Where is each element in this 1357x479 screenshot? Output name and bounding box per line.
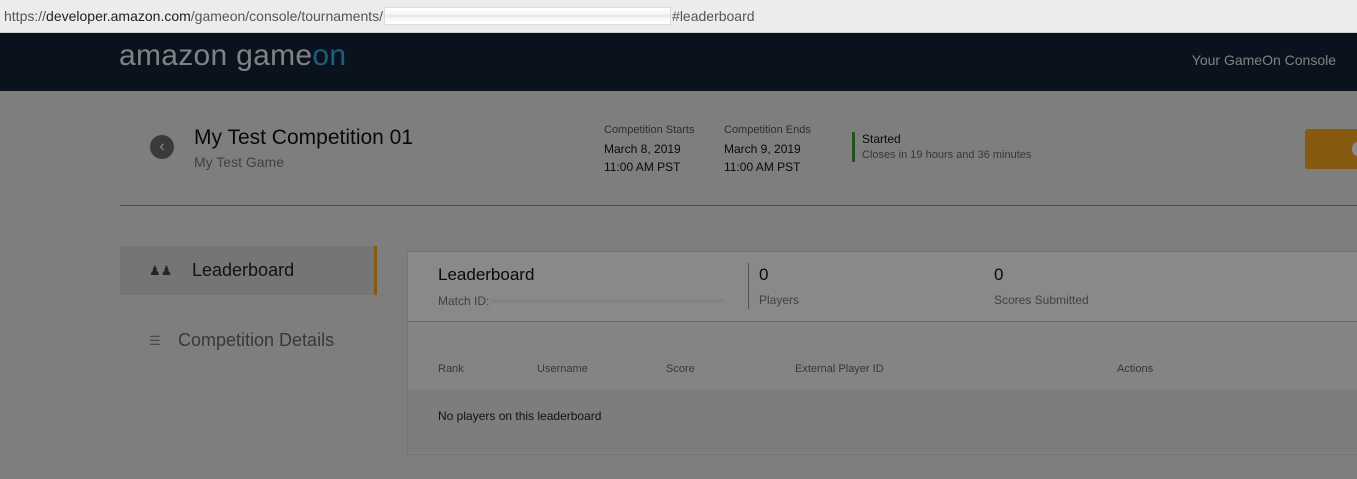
empty-message: No players on this leaderboard xyxy=(438,409,602,423)
scores-stat: 0 Scores Submitted xyxy=(994,265,1089,307)
sidebar-item-label: Leaderboard xyxy=(192,260,295,280)
back-button[interactable]: ‹ xyxy=(150,135,174,159)
url-path: /gameon/console/tournaments/ xyxy=(190,8,384,24)
url-hash: #leaderboard xyxy=(672,8,755,24)
starts-label: Competition Starts xyxy=(604,124,695,136)
your-console-link[interactable]: Your GameOn Console xyxy=(1192,52,1336,68)
column-external-player-id[interactable]: External Player ID xyxy=(795,363,884,375)
column-username[interactable]: Username xyxy=(537,363,588,375)
starts-date: March 8, 2019 xyxy=(604,142,681,156)
match-id: Match ID: xyxy=(438,292,725,310)
competition-game: My Test Game xyxy=(194,154,284,170)
chevron-left-icon: ‹ xyxy=(159,138,165,155)
sidebar-item-leaderboard[interactable]: ♟♟ Leaderboard xyxy=(120,246,377,295)
sidebar-item-competition-details[interactable]: ☰ Competition Details xyxy=(120,316,377,365)
scores-count: 0 xyxy=(994,265,1004,284)
column-score[interactable]: Score xyxy=(666,363,695,375)
url-domain: developer.amazon.com xyxy=(46,8,191,24)
match-id-label: Match ID: xyxy=(438,294,490,308)
leaderboard-panel: Leaderboard Match ID: 0 Players 0 Scores… xyxy=(407,251,1357,455)
page: amazon gameon Your GameOn Console ‹ My T… xyxy=(0,33,1357,479)
ends-date: March 9, 2019 xyxy=(724,142,801,156)
list-icon: ☰ xyxy=(149,332,161,348)
url-prefix: https:// xyxy=(4,8,47,24)
competition-starts: Competition Starts March 8, 2019 11:00 A… xyxy=(604,124,694,176)
closes-text: Closes in 19 hours and 36 minutes xyxy=(862,149,1032,161)
action-button[interactable] xyxy=(1305,129,1357,169)
competition-title: My Test Competition 01 xyxy=(194,126,414,149)
gameon-logo[interactable]: amazon gameon xyxy=(119,39,346,73)
status-text: Started xyxy=(862,132,901,146)
table-row: No players on this leaderboard xyxy=(408,389,1357,453)
status-indicator: Started Closes in 19 hours and 36 minute… xyxy=(852,132,1031,162)
button-icon xyxy=(1352,142,1357,156)
competition-header: ‹ My Test Competition 01 My Test Game Co… xyxy=(120,91,1357,206)
players-label: Players xyxy=(759,293,800,307)
leaderboard-summary: Leaderboard Match ID: 0 Players 0 Scores… xyxy=(408,252,1357,322)
competition-ends: Competition Ends March 9, 2019 11:00 AM … xyxy=(724,124,811,176)
column-actions: Actions xyxy=(1117,363,1154,375)
players-stat: 0 Players xyxy=(759,265,799,307)
divider xyxy=(748,263,749,309)
leaderboard-title: Leaderboard xyxy=(438,265,535,284)
ends-label: Competition Ends xyxy=(724,124,811,136)
players-icon: ♟♟ xyxy=(149,262,173,278)
redacted-tournament-id xyxy=(384,7,672,25)
redacted-match-id xyxy=(491,292,725,310)
top-header: amazon gameon Your GameOn Console xyxy=(0,33,1357,91)
address-bar[interactable]: https://developer.amazon.com/gameon/cons… xyxy=(0,0,1357,33)
players-count: 0 xyxy=(759,265,769,284)
starts-time: 11:00 AM PST xyxy=(604,160,681,174)
scores-label: Scores Submitted xyxy=(994,293,1089,307)
sidebar-item-label: Competition Details xyxy=(178,330,335,350)
ends-time: 11:00 AM PST xyxy=(724,160,801,174)
column-rank[interactable]: Rank xyxy=(438,363,464,375)
